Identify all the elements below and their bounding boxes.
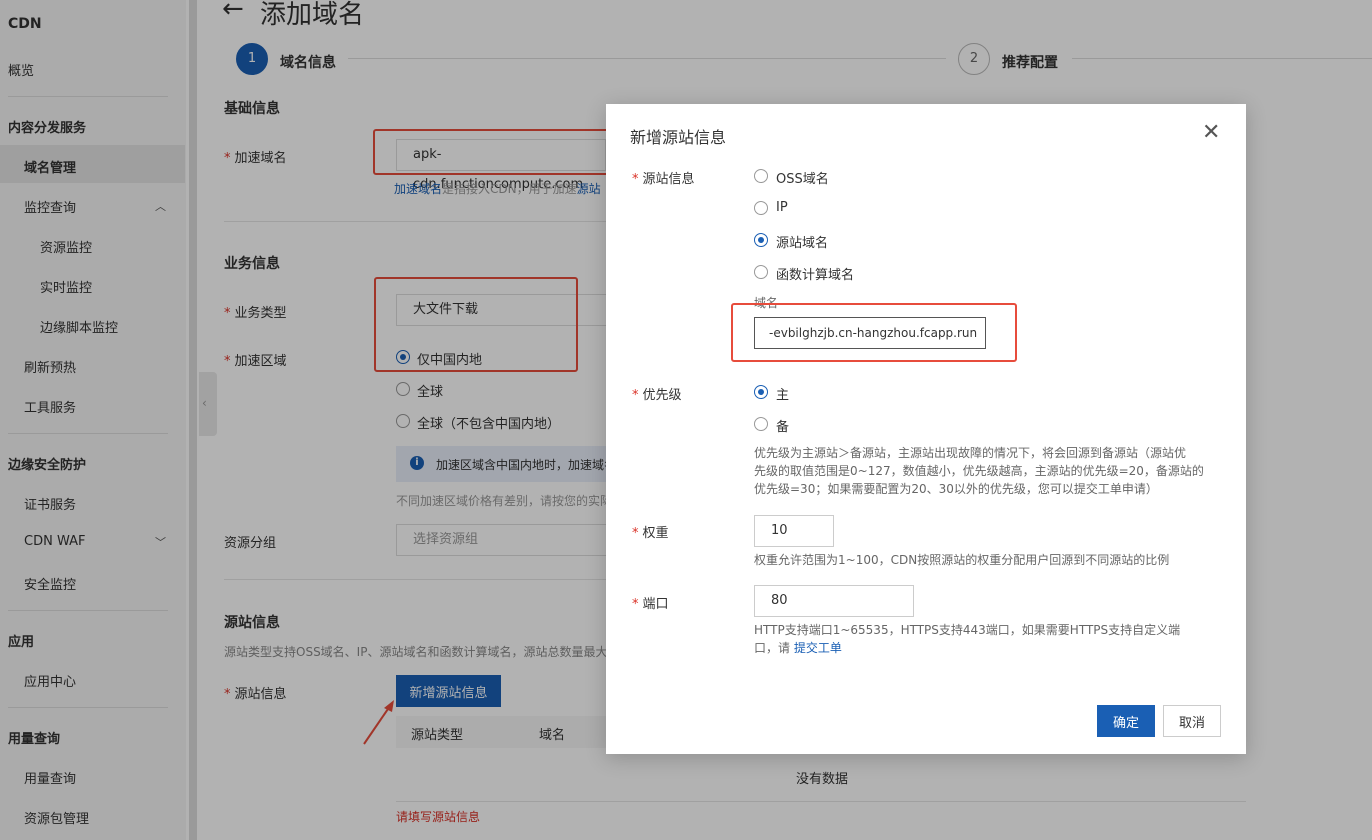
cancel-button[interactable]: 取消 [1163,705,1221,737]
origin-option-oss[interactable]: OSS域名 [776,168,829,187]
origin-option-domain[interactable]: 源站域名 [776,232,828,251]
modal-origin-label: * 源站信息 [632,172,695,187]
priority-option-primary[interactable]: 主 [776,384,789,403]
confirm-button[interactable]: 确定 [1097,705,1155,737]
port-help: HTTP支持端口1~65535，HTTPS支持443端口，如果需要HTTPS支持… [754,623,1181,655]
origin-option-fc[interactable]: 函数计算域名 [776,264,854,283]
modal-weight-label: * 权重 [632,526,669,541]
priority-option-backup[interactable]: 备 [776,416,789,435]
close-icon[interactable]: ✕ [1202,120,1220,145]
highlight-box [731,303,1017,362]
add-origin-modal: 新增源站信息 ✕ * 源站信息 OSS域名 IP 源站域名 函数计算域名 域名 -… [606,104,1246,754]
modal-priority-label: * 优先级 [632,388,682,403]
origin-radio-oss[interactable] [754,169,768,183]
priority-radio-backup[interactable] [754,417,768,431]
weight-help: 权重允许范围为1~100，CDN按照源站的权重分配用户回源到不同源站的比例 [754,553,1170,567]
origin-radio-fc[interactable] [754,265,768,279]
modal-title: 新增源站信息 [630,128,727,147]
priority-help: 优先级为主源站＞备源站，主源站出现故障的情况下，将会回源到备源站（源站优 先级的… [754,446,1204,496]
origin-radio-ip[interactable] [754,201,768,215]
origin-option-ip[interactable]: IP [776,200,788,215]
priority-radio-primary[interactable] [754,385,768,399]
modal-port-label: * 端口 [632,597,669,612]
port-input[interactable]: 80 [754,585,914,617]
weight-input[interactable]: 10 [754,515,834,547]
submit-ticket-link[interactable]: 提交工单 [794,641,842,655]
origin-radio-domain[interactable] [754,233,768,247]
